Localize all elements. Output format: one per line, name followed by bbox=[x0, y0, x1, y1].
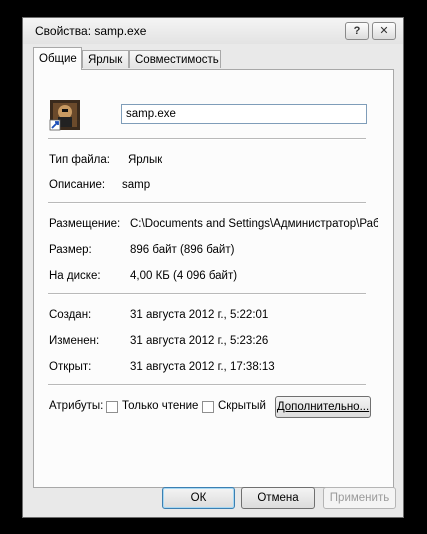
created-value: 31 августа 2012 г., 5:22:01 bbox=[130, 309, 269, 321]
file-name-field[interactable] bbox=[121, 104, 367, 124]
readonly-label[interactable]: Только чтение bbox=[122, 400, 198, 412]
tab-general[interactable]: Общие bbox=[33, 47, 82, 70]
size-on-disk-label: На диске: bbox=[49, 270, 101, 282]
close-icon: ✕ bbox=[379, 24, 389, 37]
size-value: 896 байт (896 байт) bbox=[130, 244, 235, 256]
modified-value: 31 августа 2012 г., 5:23:26 bbox=[130, 335, 269, 347]
file-type-value: Ярлык bbox=[128, 154, 163, 166]
properties-dialog: Свойства: samp.exe ? ✕ Общие Ярлык Совме… bbox=[22, 17, 404, 518]
title-bar[interactable]: Свойства: samp.exe ? ✕ bbox=[23, 18, 403, 44]
file-type-label: Тип файла: bbox=[49, 154, 110, 166]
tab-shortcut[interactable]: Ярлык bbox=[82, 50, 129, 68]
window-title: Свойства: samp.exe bbox=[35, 24, 147, 38]
ok-button[interactable]: ОК bbox=[162, 487, 235, 509]
location-value[interactable]: C:\Documents and Settings\Администратор\… bbox=[130, 218, 378, 230]
size-label: Размер: bbox=[49, 244, 92, 256]
hidden-label[interactable]: Скрытый bbox=[218, 400, 266, 412]
modified-label: Изменен: bbox=[49, 335, 100, 347]
close-button[interactable]: ✕ bbox=[372, 22, 396, 40]
attributes-label: Атрибуты: bbox=[49, 400, 104, 412]
separator bbox=[48, 202, 366, 204]
separator bbox=[48, 138, 366, 140]
accessed-label: Открыт: bbox=[49, 361, 92, 373]
general-tab-panel: Тип файла: Ярлык Описание: samp Размещен… bbox=[33, 69, 394, 488]
description-value: samp bbox=[122, 179, 151, 191]
separator bbox=[48, 384, 366, 386]
readonly-checkbox[interactable] bbox=[106, 401, 118, 413]
help-button[interactable]: ? bbox=[345, 22, 369, 40]
size-on-disk-value: 4,00 КБ (4 096 байт) bbox=[130, 270, 238, 282]
location-label: Размещение: bbox=[49, 218, 121, 230]
cancel-button[interactable]: Отмена bbox=[241, 487, 315, 509]
tab-compatibility[interactable]: Совместимость bbox=[129, 50, 221, 68]
hidden-checkbox[interactable] bbox=[202, 401, 214, 413]
advanced-button[interactable]: Дополнительно... bbox=[275, 396, 371, 418]
created-label: Создан: bbox=[49, 309, 92, 321]
apply-button[interactable]: Применить bbox=[323, 487, 396, 509]
accessed-value: 31 августа 2012 г., 17:38:13 bbox=[130, 361, 275, 373]
separator bbox=[48, 293, 366, 295]
shortcut-file-icon bbox=[49, 99, 81, 131]
description-label: Описание: bbox=[49, 179, 106, 191]
